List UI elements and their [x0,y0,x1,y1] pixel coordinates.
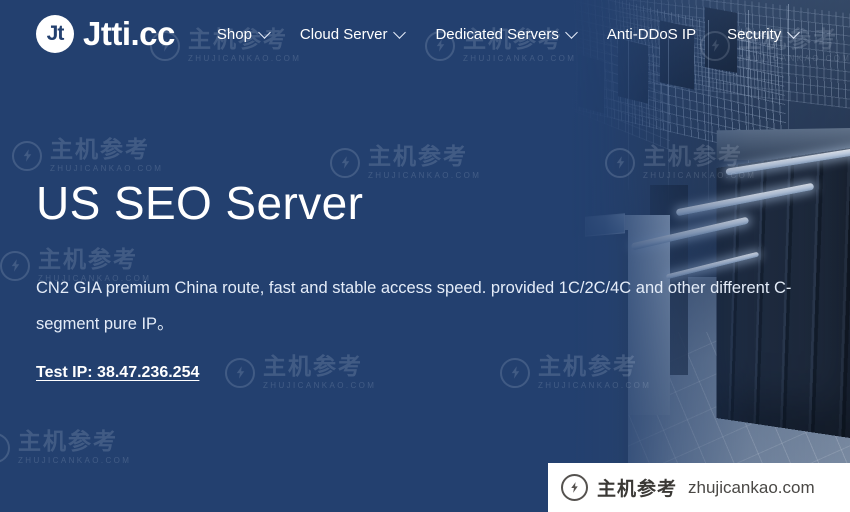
nav-item-cloud-server[interactable]: Cloud Server [299,25,407,43]
chevron-down-icon[interactable] [258,25,271,39]
chevron-down-icon[interactable] [787,25,801,39]
nav-item-security[interactable]: Security [727,25,801,43]
nav-item-dedicated-servers[interactable]: Dedicated Servers [435,25,578,43]
nav-item-label: Anti-DDoS IP [606,25,697,43]
hero-subtitle: CN2 GIA premium China route, fast and st… [36,279,792,333]
brand-name: Jtti.cc [83,15,175,52]
nav-item-shop[interactable]: Shop [216,25,271,43]
chevron-down-icon[interactable] [565,25,578,39]
main-navigation: Shop Cloud Server Dedicated Servers Anti-DD… [217,26,829,43]
chevron-down-icon[interactable] [393,25,407,39]
test-ip-link[interactable]: Test IP: 38.47.236.254 [36,364,199,382]
badge-domain-text: zhujicankao.com [688,477,815,497]
badge-cn-text: 主机参考 [597,479,678,500]
jtti-logo-icon: Jt [36,15,74,53]
nav-item-label: Dedicated Servers [435,25,559,43]
zhujicankao-badge: 主机参考 zhujicankao.com [548,463,850,512]
nav-item-anti-ddos-ip[interactable]: Anti-DDoS IP [607,26,696,43]
lightning-bolt-circle-icon [561,474,588,501]
nav-item-label: Security [727,25,782,43]
nav-item-label: Shop [216,25,252,43]
page-title: US SEO Server [36,177,364,229]
brand-logo[interactable]: Jt Jtti.cc [36,15,175,53]
site-header: Jt Jtti.cc Shop Cloud Server Dedicated Ser… [0,0,850,68]
hero-copy: US SEO Server CN2 GIA premium China rout… [36,180,836,382]
nav-item-label: Cloud Server [299,25,388,43]
